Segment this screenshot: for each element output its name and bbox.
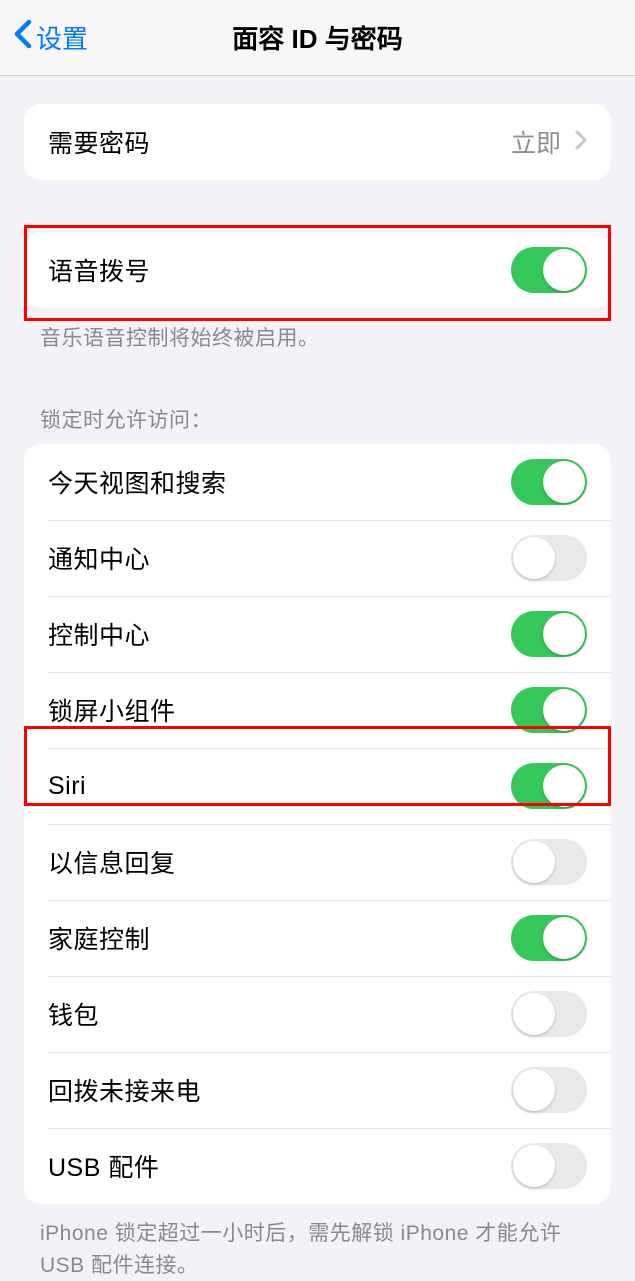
- lock-access-row: 通知中心: [24, 520, 611, 596]
- lock-access-row: 回拨未接来电: [24, 1052, 611, 1128]
- lock-access-label: USB 配件: [48, 1148, 511, 1184]
- lock-access-switch[interactable]: [511, 1067, 587, 1113]
- lock-access-group: 今天视图和搜索通知中心控制中心锁屏小组件 Siri 以信息回复家庭控制钱包回拨未接来…: [24, 444, 611, 1204]
- lock-access-switch[interactable]: [511, 915, 587, 961]
- lock-access-label: 控制中心: [48, 616, 511, 652]
- lock-access-row: 锁屏小组件: [24, 672, 611, 748]
- lock-access-switch[interactable]: [511, 459, 587, 505]
- nav-back-button[interactable]: 设置: [14, 19, 88, 56]
- chevron-right-icon: [575, 130, 587, 155]
- chevron-left-icon: [14, 19, 32, 56]
- lock-access-row: 控制中心: [24, 596, 611, 672]
- lock-access-row: Siri: [24, 748, 611, 824]
- lock-access-switch[interactable]: [511, 687, 587, 733]
- lock-access-switch[interactable]: [511, 1143, 587, 1189]
- lock-access-header: 锁定时允许访问：: [40, 404, 595, 434]
- voice-dial-row: 语音拨号: [24, 232, 611, 308]
- require-passcode-group: 需要密码 立即: [24, 104, 611, 180]
- lock-access-label: 今天视图和搜索: [48, 464, 511, 500]
- lock-access-label: 通知中心: [48, 540, 511, 576]
- nav-title: 面容 ID 与密码: [0, 19, 635, 56]
- voice-dial-switch[interactable]: [511, 247, 587, 293]
- lock-access-row: USB 配件: [24, 1128, 611, 1204]
- lock-access-label: 锁屏小组件: [48, 692, 511, 728]
- nav-back-label: 设置: [36, 19, 88, 56]
- lock-access-label: 回拨未接来电: [48, 1072, 511, 1108]
- lock-access-row: 今天视图和搜索: [24, 444, 611, 520]
- require-passcode-value: 立即: [511, 124, 561, 160]
- voice-dial-footer: 音乐语音控制将始终被启用。: [40, 322, 595, 352]
- voice-dial-group: 语音拨号: [24, 232, 611, 308]
- lock-access-row: 钱包: [24, 976, 611, 1052]
- lock-access-switch[interactable]: [511, 839, 587, 885]
- lock-access-switch[interactable]: [511, 611, 587, 657]
- lock-access-switch[interactable]: [511, 763, 587, 809]
- lock-access-label: Siri: [48, 772, 511, 801]
- lock-access-switch[interactable]: [511, 991, 587, 1037]
- lock-access-row: 家庭控制: [24, 900, 611, 976]
- lock-access-switch[interactable]: [511, 535, 587, 581]
- lock-access-label: 以信息回复: [48, 844, 511, 880]
- lock-access-row: 以信息回复: [24, 824, 611, 900]
- require-passcode-row[interactable]: 需要密码 立即: [24, 104, 611, 180]
- nav-bar: 设置 面容 ID 与密码: [0, 0, 635, 76]
- voice-dial-label: 语音拨号: [48, 252, 511, 288]
- lock-access-label: 钱包: [48, 996, 511, 1032]
- lock-access-footer: iPhone 锁定超过一小时后，需先解锁 iPhone 才能允许USB 配件连接…: [40, 1218, 595, 1281]
- require-passcode-label: 需要密码: [48, 124, 511, 160]
- lock-access-label: 家庭控制: [48, 920, 511, 956]
